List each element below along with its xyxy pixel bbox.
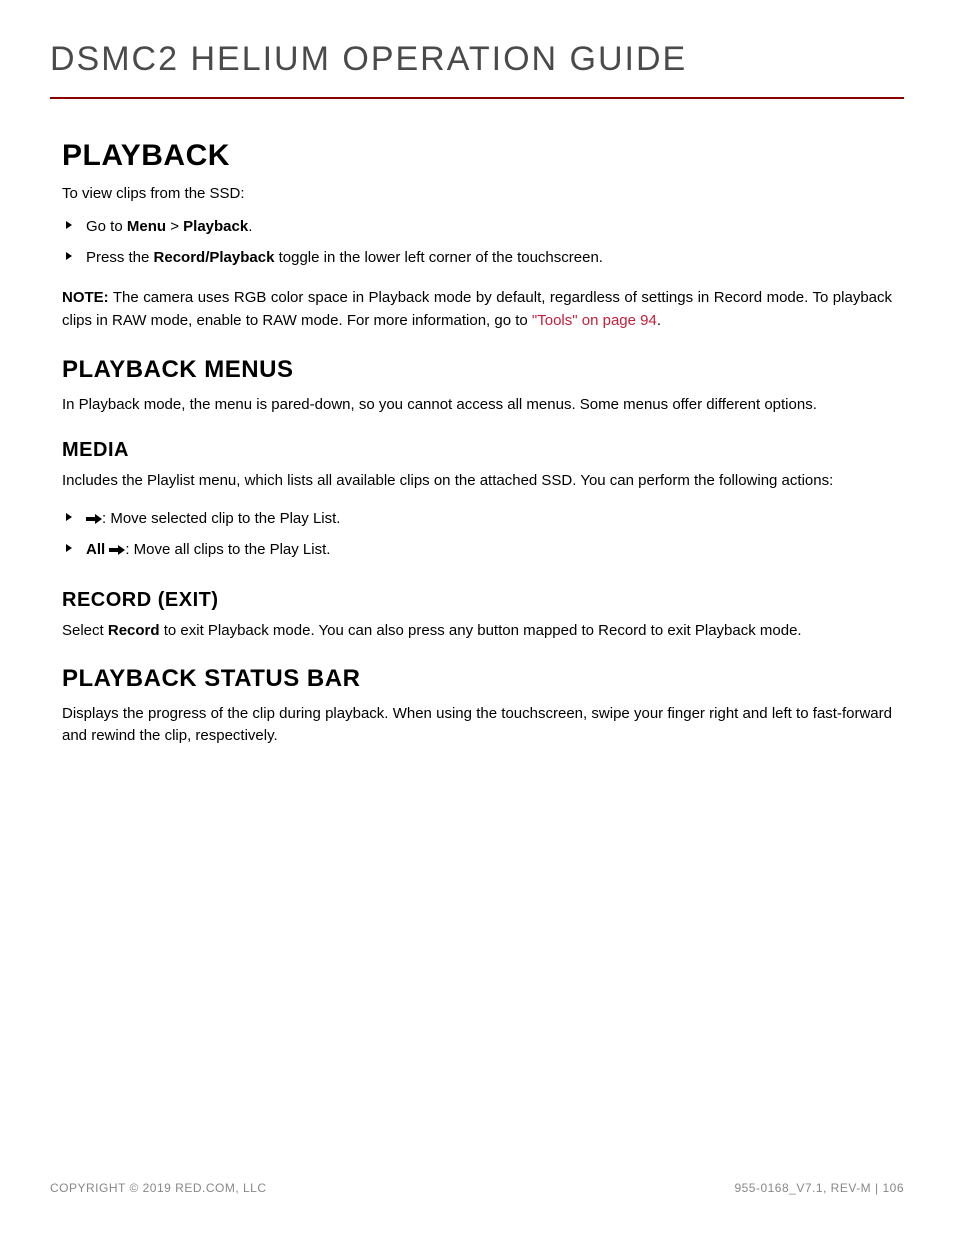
record-exit-text: Select Record to exit Playback mode. You… bbox=[62, 620, 892, 643]
subsection-title-playback-menus: PLAYBACK MENUS bbox=[62, 356, 892, 384]
text-part: Press the bbox=[86, 249, 154, 266]
content-area: PLAYBACK To view clips from the SSD: Go … bbox=[50, 139, 904, 748]
text-part: toggle in the lower left corner of the t… bbox=[274, 249, 603, 266]
note-paragraph: NOTE: The camera uses RGB color space in… bbox=[62, 287, 892, 332]
media-text: Includes the Playlist menu, which lists … bbox=[62, 470, 892, 493]
record-playback-label: Record/Playback bbox=[154, 249, 275, 266]
list-item: All : Move all clips to the Play List. bbox=[62, 535, 892, 566]
subsub-title-record-exit: RECORD (EXIT) bbox=[62, 589, 892, 612]
text-part: Go to bbox=[86, 218, 127, 235]
doc-info-text: 955-0168_V7.1, REV-M | 106 bbox=[734, 1181, 904, 1195]
arrow-right-icon bbox=[86, 513, 102, 525]
list-item: Go to Menu > Playback. bbox=[62, 212, 892, 243]
subsection-title-status-bar: PLAYBACK STATUS BAR bbox=[62, 665, 892, 693]
copyright-text: COPYRIGHT © 2019 RED.COM, LLC bbox=[50, 1181, 267, 1195]
page-footer: COPYRIGHT © 2019 RED.COM, LLC 955-0168_V… bbox=[50, 1181, 904, 1195]
media-bullet1-text: : Move selected clip to the Play List. bbox=[102, 510, 340, 527]
text-part: to exit Playback mode. You can also pres… bbox=[160, 622, 802, 639]
document-header-title: DSMC2 HELIUM OPERATION GUIDE bbox=[50, 40, 904, 99]
menu-label: Menu bbox=[127, 218, 166, 235]
list-item: Press the Record/Playback toggle in the … bbox=[62, 243, 892, 274]
playback-label: Playback bbox=[183, 218, 248, 235]
note-end: . bbox=[657, 312, 661, 329]
text-part: . bbox=[248, 218, 252, 235]
text-part: Select bbox=[62, 622, 108, 639]
note-text: The camera uses RGB color space in Playb… bbox=[62, 289, 892, 329]
media-bullet2-text: : Move all clips to the Play List. bbox=[125, 541, 330, 558]
arrow-right-icon bbox=[109, 544, 125, 556]
media-action-list: : Move selected clip to the Play List. A… bbox=[62, 504, 892, 565]
instruction-list: Go to Menu > Playback. Press the Record/… bbox=[62, 212, 892, 273]
note-label: NOTE: bbox=[62, 289, 109, 306]
tools-link[interactable]: "Tools" on page 94 bbox=[532, 312, 657, 329]
list-item: : Move selected clip to the Play List. bbox=[62, 504, 892, 535]
status-bar-text: Displays the progress of the clip during… bbox=[62, 703, 892, 748]
section-title-playback: PLAYBACK bbox=[62, 139, 892, 173]
text-part: > bbox=[166, 218, 183, 235]
intro-text: To view clips from the SSD: bbox=[62, 185, 892, 202]
subsub-title-media: MEDIA bbox=[62, 439, 892, 462]
all-label: All bbox=[86, 541, 105, 558]
playback-menus-text: In Playback mode, the menu is pared-down… bbox=[62, 394, 892, 417]
record-label: Record bbox=[108, 622, 160, 639]
